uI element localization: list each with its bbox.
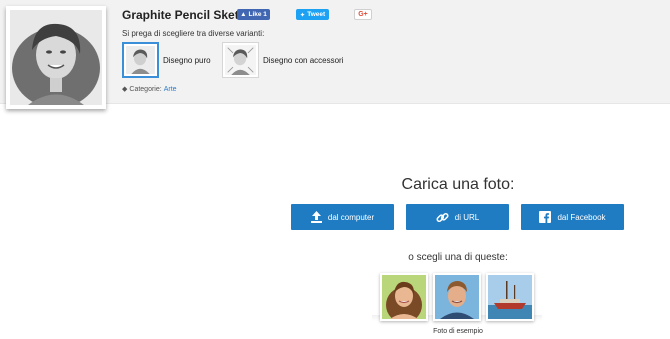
thumbs-up-icon: ▲ [240,11,247,18]
facebook-icon [539,211,552,223]
gplus-label: G+ [358,11,368,18]
sample-photos [372,271,542,323]
category-link[interactable]: Arte [164,86,177,93]
category-prefix: Categorie: [129,85,162,93]
link-icon [436,212,449,222]
variant-thumb-pure[interactable] [122,42,159,78]
effect-header: Graphite Pencil Sketch ▲ Like 1 ✦ Tweet … [0,0,670,109]
category-line: ◆ Categorie: Arte [122,85,177,94]
variant-thumb-accessories[interactable] [222,42,259,78]
upload-from-computer-label: dal computer [327,212,375,222]
upload-from-computer-button[interactable]: dal computer [291,204,394,230]
tweet-button[interactable]: ✦ Tweet [296,9,329,20]
samples-caption: Foto di esempio [433,328,483,335]
upload-icon [310,211,322,223]
upload-from-facebook-button[interactable]: dal Facebook [521,204,624,230]
upload-from-url-button[interactable]: di URL [406,204,509,230]
like-label: Like 1 [248,11,267,18]
upload-title: Carica una foto: [401,176,515,193]
tweet-label: Tweet [307,11,326,18]
upload-from-facebook-label: dal Facebook [557,212,606,222]
variant-label-pure[interactable]: Disegno puro [163,56,211,65]
sample-photo-boat[interactable] [486,273,534,321]
effect-title: Graphite Pencil Sketch [122,8,253,22]
tag-icon: ◆ [122,86,128,93]
variant-label-accessories[interactable]: Disegno con accessori [263,56,343,65]
twitter-bird-icon: ✦ [299,11,306,19]
variant-prompt: Si prega di scegliere tra diverse varian… [122,29,265,38]
choose-sample-label: o scegli una di queste: [408,252,508,263]
facebook-like-button[interactable]: ▲ Like 1 [237,9,270,20]
sample-photo-woman[interactable] [380,273,428,321]
effect-preview-image [6,6,106,109]
upload-from-url-label: di URL [454,212,480,222]
google-plus-button[interactable]: G+ [354,9,372,20]
sample-photo-man[interactable] [433,273,481,321]
